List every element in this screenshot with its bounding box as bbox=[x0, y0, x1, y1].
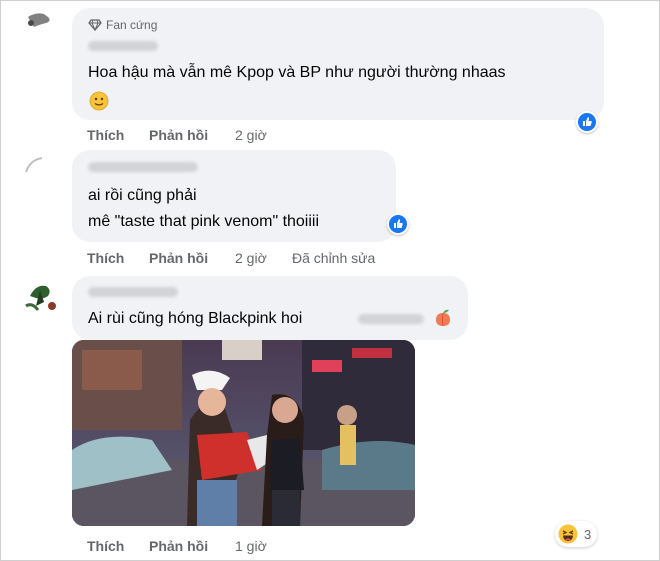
reaction-count: 3 bbox=[584, 526, 592, 542]
commenter-name[interactable] bbox=[88, 287, 178, 297]
comment-text-line-2: mê "taste that pink venom" thoiiii bbox=[88, 213, 320, 230]
edited-label[interactable]: Đã chỉnh sửa bbox=[292, 250, 375, 266]
timestamp[interactable]: 2 giờ bbox=[235, 250, 267, 266]
haha-icon bbox=[558, 524, 578, 544]
comment-bubble: ai rồi cũng phải mê "taste that pink ven… bbox=[72, 150, 396, 242]
like-icon bbox=[394, 219, 403, 228]
reaction-badge[interactable] bbox=[387, 213, 409, 235]
like-link[interactable]: Thích bbox=[87, 250, 124, 266]
badge-label: Fan cứng bbox=[106, 18, 158, 32]
comment-text: Ai rùi cũng hóng Blackpink hoi bbox=[88, 310, 303, 327]
reaction-summary[interactable]: 3 bbox=[555, 521, 598, 547]
animated-gif-image bbox=[72, 340, 415, 526]
reply-link[interactable]: Phản hồi bbox=[149, 250, 208, 266]
timestamp[interactable]: 2 giờ bbox=[235, 127, 267, 143]
like-link[interactable]: Thích bbox=[87, 538, 124, 554]
timestamp[interactable]: 1 giờ bbox=[235, 538, 267, 554]
peach-emoji bbox=[436, 309, 450, 327]
avatar[interactable] bbox=[22, 154, 66, 198]
reply-link[interactable]: Phản hồi bbox=[149, 127, 208, 143]
like-icon bbox=[583, 117, 592, 126]
comment-gif-image[interactable] bbox=[72, 340, 415, 526]
reaction-badge[interactable] bbox=[576, 111, 598, 133]
top-fan-badge: Fan cứng bbox=[88, 18, 157, 32]
comment-bubble: Fan cứng Hoa hậu mà vẫn mê Kpop và BP nh… bbox=[72, 8, 604, 120]
commenter-name[interactable] bbox=[88, 41, 158, 51]
comment-text: Hoa hậu mà vẫn mê Kpop và BP như người t… bbox=[88, 64, 506, 81]
reply-link[interactable]: Phản hồi bbox=[149, 538, 208, 554]
slight-smile-emoji bbox=[89, 91, 109, 111]
comment-bubble: Ai rùi cũng hóng Blackpink hoi bbox=[72, 276, 468, 340]
diamond-icon bbox=[88, 19, 102, 31]
commenter-name[interactable] bbox=[88, 162, 198, 172]
like-link[interactable]: Thích bbox=[87, 127, 124, 143]
mentioned-name[interactable] bbox=[358, 314, 424, 324]
avatar[interactable] bbox=[22, 9, 66, 53]
comment-text-line-1: ai rồi cũng phải bbox=[88, 187, 197, 204]
avatar[interactable] bbox=[22, 276, 66, 320]
